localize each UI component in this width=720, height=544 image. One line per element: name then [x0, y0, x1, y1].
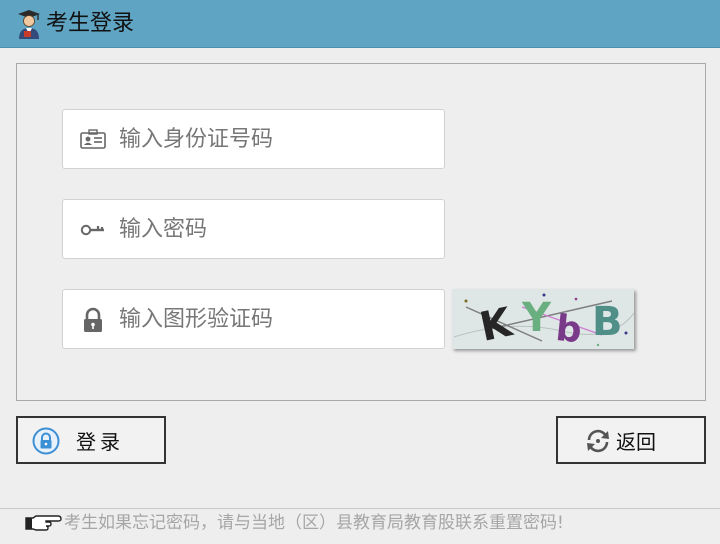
refresh-icon: [587, 429, 609, 453]
graduate-user-icon: [18, 10, 40, 39]
back-button[interactable]: 返回: [556, 416, 706, 464]
pointing-hand-icon: [25, 515, 62, 531]
captcha-drawing: K Y b B: [452, 289, 634, 349]
window-title: 考生登录: [46, 11, 135, 36]
id-number-input[interactable]: [119, 120, 429, 158]
login-button-label: 登录: [76, 430, 124, 454]
svg-text:b: b: [554, 308, 584, 349]
key-icon: [80, 224, 104, 236]
captcha-input[interactable]: [119, 300, 429, 338]
id-card-icon: [80, 129, 106, 149]
title-bar: 考生登录: [0, 0, 720, 48]
password-input[interactable]: [119, 210, 429, 248]
password-field[interactable]: [62, 199, 445, 259]
captcha-image[interactable]: K Y b B: [452, 289, 634, 349]
back-button-label: 返回: [616, 430, 656, 454]
svg-text:B: B: [592, 299, 623, 345]
captcha-characters: K Y b B: [476, 295, 623, 349]
captcha-field[interactable]: [62, 289, 445, 349]
forgot-password-notice: 考生如果忘记密码，请与当地（区）县教育局教育股联系重置密码!: [64, 513, 564, 533]
id-number-field[interactable]: [62, 109, 445, 169]
lock-icon: [84, 307, 102, 332]
svg-text:Y: Y: [521, 295, 552, 341]
lock-circle-icon: [32, 427, 60, 455]
footer-divider: [0, 508, 720, 509]
login-button[interactable]: 登录: [16, 416, 166, 464]
